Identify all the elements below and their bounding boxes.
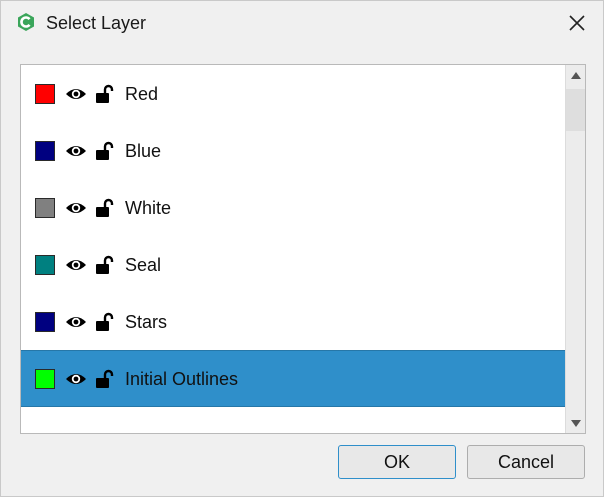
triangle-up-icon (570, 71, 581, 79)
unlock-icon[interactable] (95, 84, 115, 104)
dialog-title: Select Layer (46, 13, 147, 33)
eye-icon[interactable] (65, 314, 87, 330)
scroll-down-button[interactable] (566, 413, 585, 433)
unlock-icon[interactable] (95, 141, 115, 161)
layer-color-swatch[interactable] (35, 368, 55, 389)
eye-icon[interactable] (65, 257, 87, 273)
layer-row[interactable]: White (21, 179, 565, 236)
layer-list[interactable]: Red Blue White Seal Stars Initial Outlines (20, 64, 586, 434)
layer-color-swatch[interactable] (35, 83, 55, 104)
title-bar: Select Layer (1, 1, 603, 45)
layer-name: Blue (125, 140, 162, 161)
unlock-icon[interactable] (95, 312, 115, 332)
cancel-button[interactable]: Cancel (467, 445, 585, 479)
layer-name: Initial Outlines (125, 368, 239, 389)
close-button[interactable] (557, 7, 597, 39)
layer-name: Stars (125, 311, 168, 332)
select-layer-dialog: Select Layer Red Blue White Seal Stars Initia… (0, 0, 604, 497)
layer-row[interactable]: Blue (21, 122, 565, 179)
ok-button[interactable]: OK (338, 445, 456, 479)
layer-color-swatch[interactable] (35, 254, 55, 275)
eye-icon[interactable] (65, 143, 87, 159)
scroll-thumb[interactable] (566, 89, 585, 131)
layer-rows: Red Blue White Seal Stars Initial Outlines (21, 65, 565, 407)
unlock-icon[interactable] (95, 198, 115, 218)
unlock-icon[interactable] (95, 255, 115, 275)
layer-name: White (125, 197, 172, 218)
layer-color-swatch[interactable] (35, 140, 55, 161)
layer-color-swatch[interactable] (35, 311, 55, 332)
close-icon (569, 15, 585, 31)
layer-row[interactable]: Initial Outlines (21, 350, 565, 407)
layer-color-swatch[interactable] (35, 197, 55, 218)
vertical-scrollbar[interactable] (565, 65, 585, 433)
unlock-icon[interactable] (95, 369, 115, 389)
layer-row[interactable]: Red (21, 65, 565, 122)
layer-name: Red (125, 83, 159, 104)
scroll-up-button[interactable] (566, 65, 585, 85)
layer-row[interactable]: Stars (21, 293, 565, 350)
layer-name: Seal (125, 254, 162, 275)
eye-icon[interactable] (65, 200, 87, 216)
layer-row[interactable]: Seal (21, 236, 565, 293)
eye-icon[interactable] (65, 86, 87, 102)
app-logo-icon (18, 13, 34, 31)
eye-icon[interactable] (65, 371, 87, 387)
triangle-down-icon (570, 419, 581, 427)
